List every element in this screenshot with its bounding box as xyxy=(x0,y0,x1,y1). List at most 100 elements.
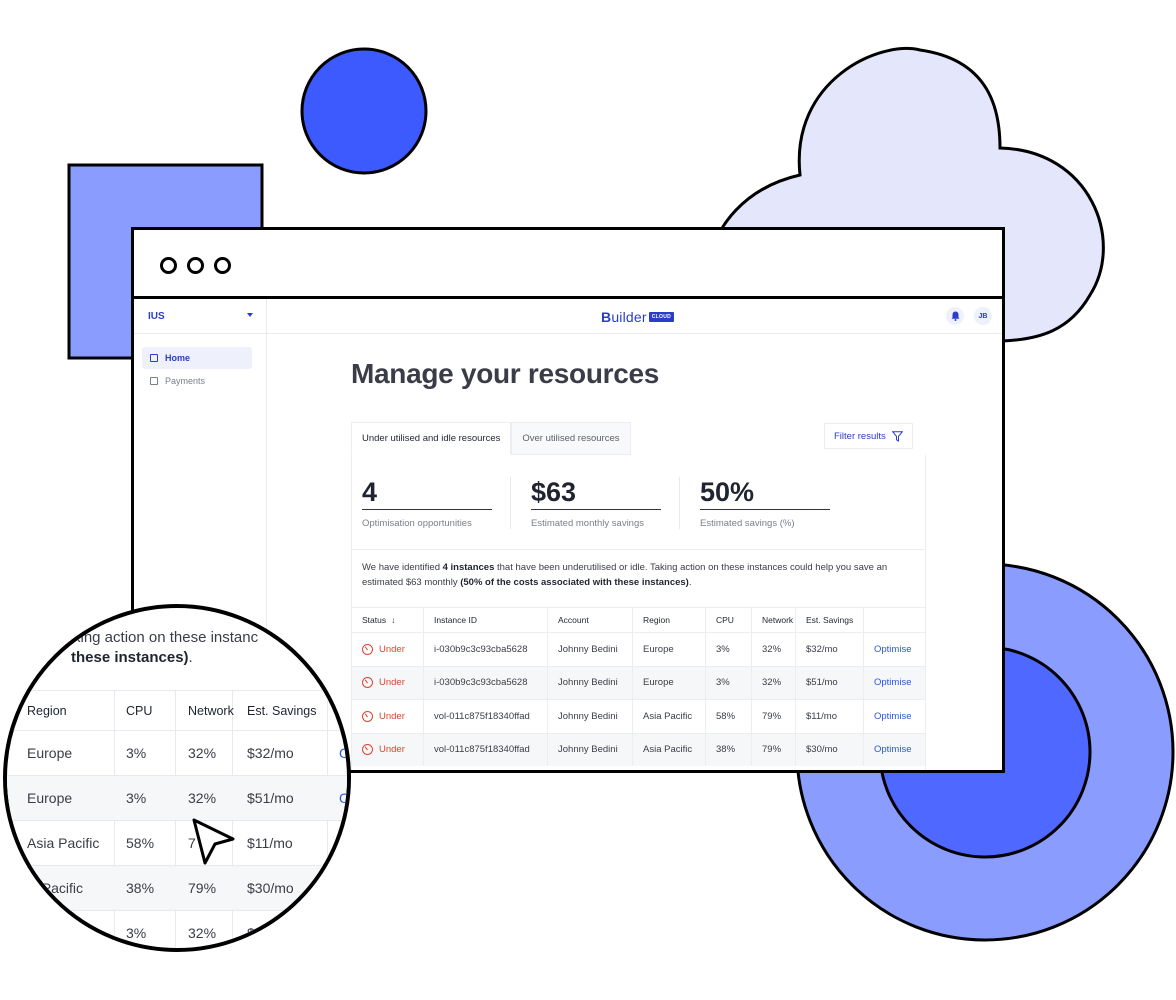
cell-region: Asia Pacific xyxy=(633,733,706,766)
cell-account: Johnny Bedini xyxy=(548,733,633,766)
cell-instance-id: vol-011c875f18340ffad xyxy=(424,700,548,733)
magnified-cell-network: 32% xyxy=(188,790,217,806)
magnified-table-row: Europe3%32%$32/moOp xyxy=(7,730,347,775)
cell-savings: $11/mo xyxy=(796,700,864,733)
tab-overutilised[interactable]: Over utilised resources xyxy=(511,422,631,455)
cell-status: Under xyxy=(352,666,424,699)
magnified-summary-line: these instances). xyxy=(71,649,193,666)
magnified-cell-savings: $32/mo xyxy=(247,745,294,761)
column-header-region[interactable]: Region xyxy=(633,608,706,632)
cell-status: Under xyxy=(352,633,424,666)
sidebar-item-label: Home xyxy=(165,353,191,363)
cell-region: Asia Pacific xyxy=(633,700,706,733)
cell-cpu: 38% xyxy=(706,733,752,766)
stat-label: Estimated monthly savings xyxy=(531,518,644,529)
magnified-table-row: 3% 32% $32/ xyxy=(7,910,347,948)
column-header-network[interactable]: Network xyxy=(752,608,796,632)
magnified-table-row: ia Pacific 38% 79% $30/mo xyxy=(7,865,347,910)
magnified-cell-network: 32% xyxy=(188,745,217,761)
sidebar-item-payments[interactable]: Payments xyxy=(142,370,252,392)
stat-value: 50% xyxy=(700,477,830,510)
optimise-link[interactable]: Optimise xyxy=(864,734,925,767)
cell-network: 79% xyxy=(752,733,796,766)
magnified-table-row: Europe3%32%$51/moOp xyxy=(7,775,347,820)
magnified-optimise-link xyxy=(330,911,339,948)
column-header-savings[interactable]: Est. Savings xyxy=(796,608,864,632)
filter-results-label: Filter results xyxy=(834,430,886,442)
table-header-row: Status ↓ Instance ID Account Region CPU N… xyxy=(352,607,925,632)
magnified-cell-region: Europe xyxy=(27,745,73,761)
divider xyxy=(352,549,925,550)
results-panel: 4 Optimisation opportunities $63 Estimat… xyxy=(351,455,926,770)
table-body: Under i-030b9c3c93cba5628 Johnny Bedini Eur… xyxy=(352,632,925,766)
grid-icon xyxy=(150,354,158,362)
resources-table: Status ↓ Instance ID Account Region CPU N… xyxy=(352,607,925,766)
magnified-cell-savings: $30/mo xyxy=(247,880,294,896)
magnified-cell-cpu: 38% xyxy=(126,880,155,896)
cell-account: Johnny Bedini xyxy=(548,700,633,733)
stat-opportunities: 4 Optimisation opportunities xyxy=(362,477,492,529)
magnified-summary-line: king action on these instanc xyxy=(73,629,259,646)
magnified-optimise-link: O xyxy=(339,835,350,851)
logo[interactable]: Builder CLOUD xyxy=(601,309,675,325)
magnified-cell-region: ia Pacific xyxy=(27,880,84,896)
optimise-link[interactable]: Optimise xyxy=(864,633,925,666)
top-bar: Builder CLOUD JB xyxy=(267,299,1002,334)
magnified-cell-network: 32% xyxy=(188,925,217,941)
decor-small-circle xyxy=(300,47,428,175)
magnified-header-network: Network xyxy=(188,703,234,718)
cell-cpu: 58% xyxy=(706,700,752,733)
cell-status: Under xyxy=(352,700,424,733)
receipt-icon xyxy=(150,377,158,385)
avatar[interactable]: JB xyxy=(974,307,992,325)
bell-icon xyxy=(951,311,959,321)
magnified-cell-savings: $11/mo xyxy=(247,835,293,851)
org-selector[interactable]: IUS xyxy=(134,299,267,334)
optimise-link[interactable]: Optimise xyxy=(864,700,925,733)
cell-instance-id: i-030b9c3c93cba5628 xyxy=(424,666,548,699)
summary-text: We have identified 4 instances that have… xyxy=(362,562,888,588)
magnifier-lens: king action on these instanc these insta… xyxy=(3,604,351,952)
table-row[interactable]: Under vol-011c875f18340ffad Johnny Bedini A… xyxy=(352,732,925,767)
filter-results-button[interactable]: Filter results xyxy=(824,423,913,449)
magnified-cell-cpu: 3% xyxy=(126,745,147,761)
stat-divider xyxy=(679,477,680,529)
notifications-button[interactable] xyxy=(946,307,964,325)
window-dot-3[interactable] xyxy=(214,257,231,274)
cell-cpu: 3% xyxy=(706,633,752,666)
window-titlebar xyxy=(134,230,1002,299)
magnified-header-savings: Est. Savings xyxy=(247,703,317,718)
magnified-cell-cpu: 58% xyxy=(126,835,155,851)
table-row[interactable]: Under i-030b9c3c93cba5628 Johnny Bedini Eur… xyxy=(352,632,925,666)
magnified-cell-network: 79% xyxy=(188,880,217,896)
magnified-header-row: Region CPU Network Est. Savings xyxy=(7,690,347,730)
page-title: Manage your resources xyxy=(351,358,660,389)
cell-savings: $32/mo xyxy=(796,633,864,666)
column-header-account[interactable]: Account xyxy=(548,608,633,632)
tab-underutilised[interactable]: Under utilised and idle resources xyxy=(351,422,512,455)
filter-icon xyxy=(891,430,903,442)
column-header-instance-id[interactable]: Instance ID xyxy=(424,608,548,632)
cell-region: Europe xyxy=(633,666,706,699)
cell-network: 32% xyxy=(752,666,796,699)
column-header-cpu[interactable]: CPU xyxy=(706,608,752,632)
table-row[interactable]: Under vol-011c875f18340ffad Johnny Bedini A… xyxy=(352,699,925,733)
magnified-optimise-link xyxy=(330,866,339,910)
cell-savings: $30/mo xyxy=(796,733,864,766)
tabs: Under utilised and idle resources Over u… xyxy=(351,422,631,455)
table-row[interactable]: Under i-030b9c3c93cba5628 Johnny Bedini Eur… xyxy=(352,665,925,700)
stat-divider xyxy=(510,477,511,529)
stat-savings-percent: 50% Estimated savings (%) xyxy=(700,477,830,529)
sidebar-item-home[interactable]: Home xyxy=(142,347,252,369)
column-header-status[interactable]: Status ↓ xyxy=(352,608,424,632)
window-dot-2[interactable] xyxy=(187,257,204,274)
cell-instance-id: i-030b9c3c93cba5628 xyxy=(424,633,548,666)
window-dot-1[interactable] xyxy=(160,257,177,274)
gauge-icon xyxy=(362,643,373,655)
magnified-header-region: Region xyxy=(27,703,67,718)
cell-account: Johnny Bedini xyxy=(548,633,633,666)
optimise-link[interactable]: Optimise xyxy=(864,667,925,700)
gauge-icon xyxy=(362,710,373,722)
stat-monthly-savings: $63 Estimated monthly savings xyxy=(531,477,661,529)
stat-value: 4 xyxy=(362,477,492,510)
